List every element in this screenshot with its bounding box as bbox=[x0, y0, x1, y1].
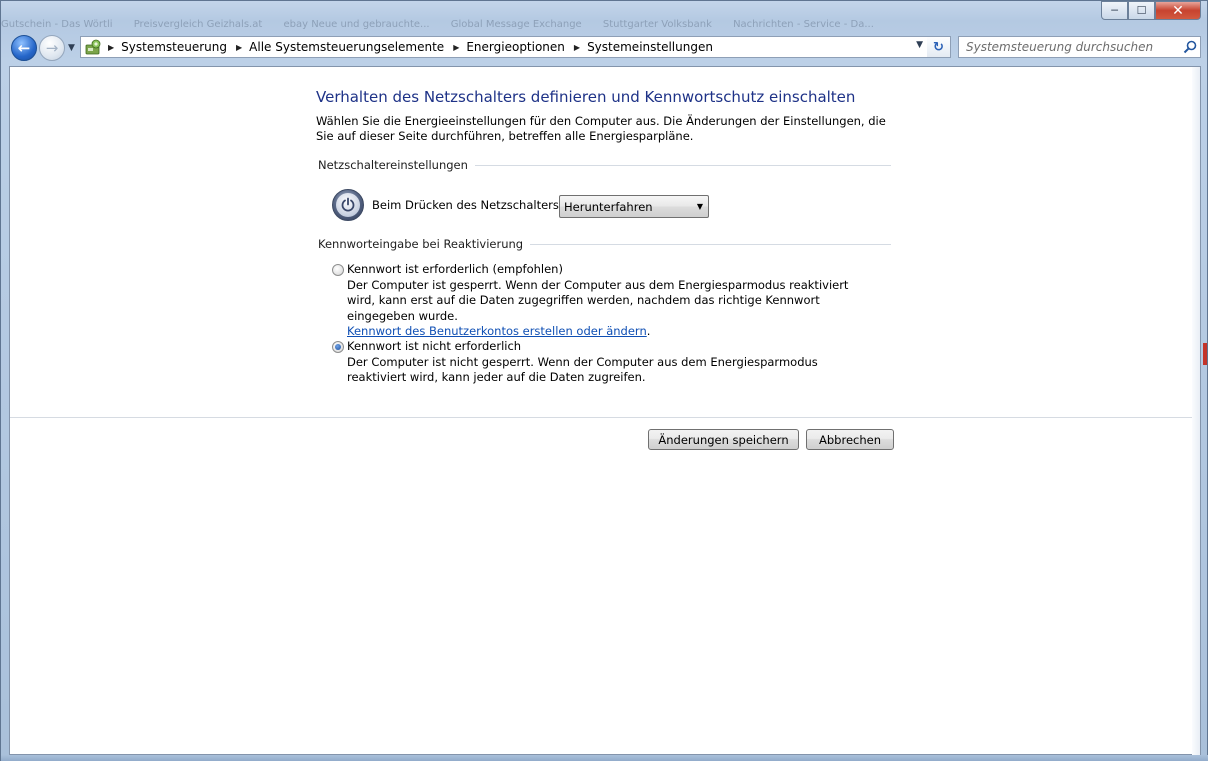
ghost-tab: ebay Neue und gebrauchte... bbox=[283, 19, 430, 30]
breadcrumb: ▶ Systemsteuerung ▶ Alle Systemsteuerung… bbox=[108, 40, 722, 54]
background-window-edge bbox=[1203, 343, 1207, 365]
password-not-required-text: Kennwort ist nicht erforderlich Der Comp… bbox=[347, 339, 867, 386]
content-right-edge bbox=[1192, 67, 1200, 756]
page-title: Verhalten des Netzschalters definieren u… bbox=[316, 88, 856, 106]
link-period: . bbox=[646, 324, 651, 338]
ghost-tab: Gutschein - Das Wörtli bbox=[1, 19, 113, 30]
section-divider bbox=[530, 243, 891, 245]
content-pane: Verhalten des Netzschalters definieren u… bbox=[9, 66, 1201, 756]
ghost-tab: Global Message Exchange bbox=[450, 19, 582, 30]
background-taskbar-ghost: Gutschein - Das Wörtli Preisvergleich Ge… bbox=[1, 19, 961, 33]
close-button[interactable]: ✕ bbox=[1155, 1, 1201, 20]
save-changes-button[interactable]: Änderungen speichern bbox=[648, 429, 799, 450]
breadcrumb-systemeinstellungen[interactable]: Systemeinstellungen bbox=[587, 40, 713, 54]
breadcrumb-systemsteuerung[interactable]: Systemsteuerung bbox=[121, 40, 227, 54]
power-action-select[interactable]: Herunterfahren ▼ bbox=[559, 195, 709, 218]
edit-account-password-link[interactable]: Kennwort des Benutzerkontos erstellen od… bbox=[347, 324, 647, 338]
minimize-button[interactable]: ─ bbox=[1101, 1, 1128, 20]
password-required-text: Kennwort ist erforderlich (empfohlen) De… bbox=[347, 262, 867, 340]
window-bottom-border bbox=[1, 755, 1208, 761]
chevron-down-icon: ▼ bbox=[696, 202, 703, 211]
password-not-required-option: Kennwort ist nicht erforderlich Der Comp… bbox=[332, 339, 867, 386]
caption-buttons: ─ ☐ ✕ bbox=[1101, 1, 1201, 21]
password-required-option: Kennwort ist erforderlich (empfohlen) De… bbox=[332, 262, 867, 340]
close-icon: ✕ bbox=[1172, 2, 1184, 19]
search-box bbox=[958, 36, 1201, 58]
maximize-button[interactable]: ☐ bbox=[1128, 1, 1155, 20]
cancel-button[interactable]: Abbrechen bbox=[806, 429, 894, 450]
password-not-required-radio[interactable] bbox=[332, 341, 344, 353]
breadcrumb-separator-icon[interactable]: ▶ bbox=[574, 43, 580, 52]
password-required-description: Der Computer ist gesperrt. Wenn der Comp… bbox=[347, 277, 849, 323]
breadcrumb-separator-icon[interactable]: ▶ bbox=[453, 43, 459, 52]
title-bar: Gutschein - Das Wörtli Preisvergleich Ge… bbox=[1, 1, 1208, 31]
power-action-value: Herunterfahren bbox=[564, 199, 653, 214]
breadcrumb-separator-icon[interactable]: ▶ bbox=[108, 43, 114, 52]
breadcrumb-separator-icon[interactable]: ▶ bbox=[236, 43, 242, 52]
back-arrow-icon: ← bbox=[17, 39, 31, 57]
page-description: Wählen Sie die Energieeinstellungen für … bbox=[316, 114, 886, 143]
address-bar[interactable]: ▶ Systemsteuerung ▶ Alle Systemsteuerung… bbox=[80, 36, 928, 58]
search-icon[interactable] bbox=[1180, 38, 1200, 56]
power-button-label: Beim Drücken des Netzschalters: bbox=[372, 198, 563, 212]
recent-pages-dropdown[interactable]: ▼ bbox=[68, 43, 75, 53]
back-button[interactable]: ← bbox=[11, 35, 37, 61]
refresh-button[interactable]: ↻ bbox=[927, 36, 951, 58]
power-section-header: Netzschaltereinstellungen bbox=[318, 158, 891, 172]
password-section-title: Kennworteingabe bei Reaktivierung bbox=[318, 237, 524, 251]
power-button-icon bbox=[332, 189, 364, 221]
maximize-icon: ☐ bbox=[1136, 4, 1147, 17]
address-history-dropdown[interactable]: ▼ bbox=[916, 40, 923, 50]
forward-arrow-icon: → bbox=[45, 39, 59, 57]
password-section-header: Kennworteingabe bei Reaktivierung bbox=[318, 237, 891, 251]
password-required-radio[interactable] bbox=[332, 264, 344, 276]
footer-divider bbox=[10, 417, 1200, 418]
forward-button[interactable]: → bbox=[39, 35, 65, 61]
power-section-title: Netzschaltereinstellungen bbox=[318, 158, 468, 172]
minimize-icon: ─ bbox=[1111, 4, 1118, 17]
breadcrumb-alle-elemente[interactable]: Alle Systemsteuerungselemente bbox=[249, 40, 444, 54]
refresh-icon: ↻ bbox=[933, 39, 944, 55]
password-not-required-label[interactable]: Kennwort ist nicht erforderlich bbox=[347, 339, 521, 353]
control-panel-icon bbox=[85, 39, 102, 55]
ghost-tab: Preisvergleich Geizhals.at bbox=[133, 19, 263, 30]
window-frame: Gutschein - Das Wörtli Preisvergleich Ge… bbox=[0, 0, 1208, 761]
password-not-required-description: Der Computer ist nicht gesperrt. Wenn de… bbox=[347, 354, 818, 385]
navigation-bar: ← → ▼ ▶ Systemsteuerung ▶ Alle Systemste… bbox=[7, 33, 1203, 61]
breadcrumb-energieoptionen[interactable]: Energieoptionen bbox=[466, 40, 565, 54]
ghost-tab: Stuttgarter Volksbank bbox=[602, 19, 712, 30]
search-input[interactable] bbox=[966, 38, 1180, 56]
password-required-label[interactable]: Kennwort ist erforderlich (empfohlen) bbox=[347, 262, 563, 276]
section-divider bbox=[474, 164, 891, 166]
ghost-tab: Nachrichten - Service - Da... bbox=[733, 19, 874, 30]
